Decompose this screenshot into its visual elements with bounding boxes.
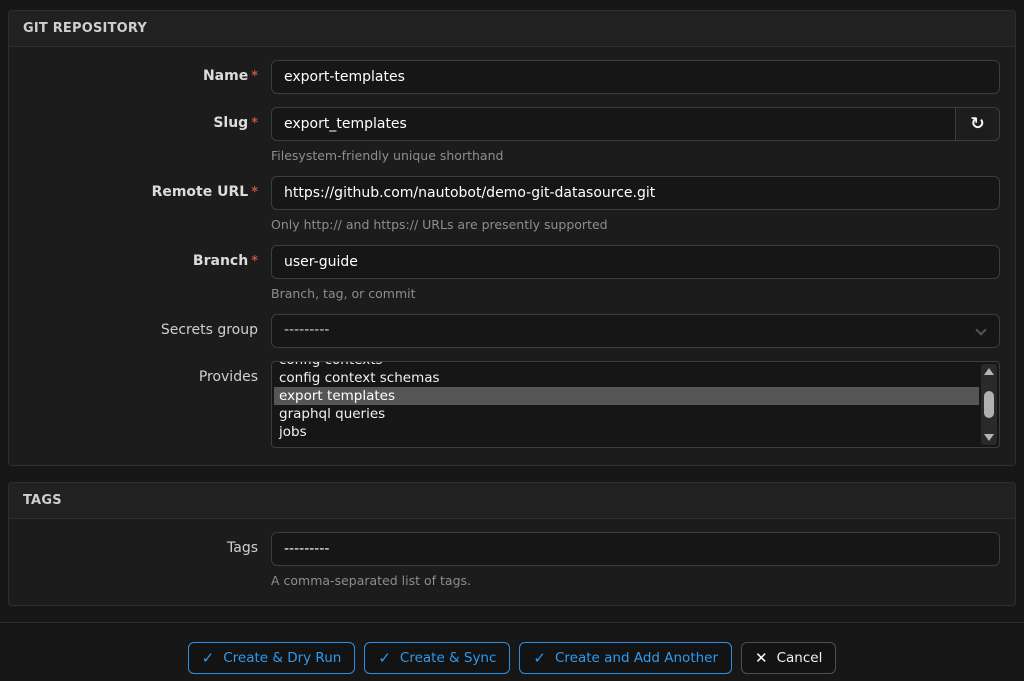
provides-options: config contexts config context schemas e… — [274, 361, 979, 441]
page-content: GIT REPOSITORY Name* Slug* ↻ — [0, 0, 1024, 606]
remote-url-input[interactable] — [271, 176, 1000, 210]
branch-label: Branch* — [24, 245, 271, 301]
check-icon: ✓ — [378, 649, 391, 667]
tags-panel-title: TAGS — [9, 483, 1015, 519]
provides-label: Provides — [24, 361, 271, 448]
slug-row: Slug* ↻ Filesystem-friendly unique short… — [24, 107, 1000, 163]
create-add-another-label: Create and Add Another — [555, 650, 718, 666]
branch-help-text: Branch, tag, or commit — [271, 286, 1000, 301]
list-item[interactable]: config contexts — [274, 361, 979, 369]
tags-label: Tags — [24, 532, 271, 588]
tags-panel: TAGS Tags A comma-separated list of tags… — [8, 482, 1016, 606]
git-repository-panel: GIT REPOSITORY Name* Slug* ↻ — [8, 10, 1016, 466]
provides-scrollbar[interactable] — [981, 364, 997, 445]
branch-input[interactable] — [271, 245, 1000, 279]
secrets-group-select[interactable]: --------- — [271, 314, 1000, 348]
check-icon: ✓ — [202, 649, 215, 667]
cancel-label: Cancel — [777, 650, 823, 666]
name-input[interactable] — [271, 60, 1000, 94]
slug-input-group: ↻ — [271, 107, 1000, 141]
branch-row: Branch* Branch, tag, or commit — [24, 245, 1000, 301]
regenerate-slug-button[interactable]: ↻ — [955, 107, 1000, 141]
check-icon: ✓ — [533, 649, 546, 667]
create-sync-button[interactable]: ✓ Create & Sync — [364, 642, 510, 674]
list-item[interactable]: config context schemas — [274, 369, 979, 387]
create-sync-label: Create & Sync — [400, 650, 497, 666]
list-item[interactable]: jobs — [274, 423, 979, 441]
slug-help-text: Filesystem-friendly unique shorthand — [271, 148, 1000, 163]
scroll-down-icon[interactable] — [984, 434, 994, 441]
slug-input[interactable] — [271, 107, 956, 141]
secrets-group-label: Secrets group — [24, 314, 271, 348]
git-repository-panel-body: Name* Slug* ↻ Filesystem-friendly unique… — [9, 47, 1015, 465]
name-label: Name* — [24, 60, 271, 94]
list-item-selected[interactable]: export templates — [274, 387, 979, 405]
required-asterisk: * — [251, 254, 258, 269]
footer-actions: ✓ Create & Dry Run ✓ Create & Sync ✓ Cre… — [0, 623, 1024, 674]
refresh-icon: ↻ — [970, 114, 984, 134]
tags-input[interactable] — [271, 532, 1000, 566]
secrets-group-selected-value: --------- — [284, 322, 329, 338]
remote-url-help-text: Only http:// and https:// URLs are prese… — [271, 217, 1000, 232]
create-dry-run-button[interactable]: ✓ Create & Dry Run — [188, 642, 356, 674]
tags-row: Tags A comma-separated list of tags. — [24, 532, 1000, 588]
provides-row: Provides config contexts config context … — [24, 361, 1000, 448]
required-asterisk: * — [251, 116, 258, 131]
close-icon: ✕ — [755, 649, 768, 667]
provides-listbox[interactable]: config contexts config context schemas e… — [271, 361, 1000, 448]
secrets-group-row: Secrets group --------- — [24, 314, 1000, 348]
remote-url-row: Remote URL* Only http:// and https:// UR… — [24, 176, 1000, 232]
create-dry-run-label: Create & Dry Run — [223, 650, 341, 666]
create-add-another-button[interactable]: ✓ Create and Add Another — [519, 642, 732, 674]
name-row: Name* — [24, 60, 1000, 94]
required-asterisk: * — [251, 69, 258, 84]
required-asterisk: * — [251, 185, 258, 200]
list-item[interactable]: graphql queries — [274, 405, 979, 423]
scrollbar-thumb[interactable] — [984, 391, 994, 418]
tags-help-text: A comma-separated list of tags. — [271, 573, 1000, 588]
git-repository-panel-title: GIT REPOSITORY — [9, 11, 1015, 47]
tags-panel-body: Tags A comma-separated list of tags. — [9, 519, 1015, 605]
remote-url-label: Remote URL* — [24, 176, 271, 232]
cancel-button[interactable]: ✕ Cancel — [741, 642, 836, 674]
slug-label: Slug* — [24, 107, 271, 163]
scroll-up-icon[interactable] — [984, 368, 994, 375]
chevron-down-icon — [975, 324, 986, 335]
